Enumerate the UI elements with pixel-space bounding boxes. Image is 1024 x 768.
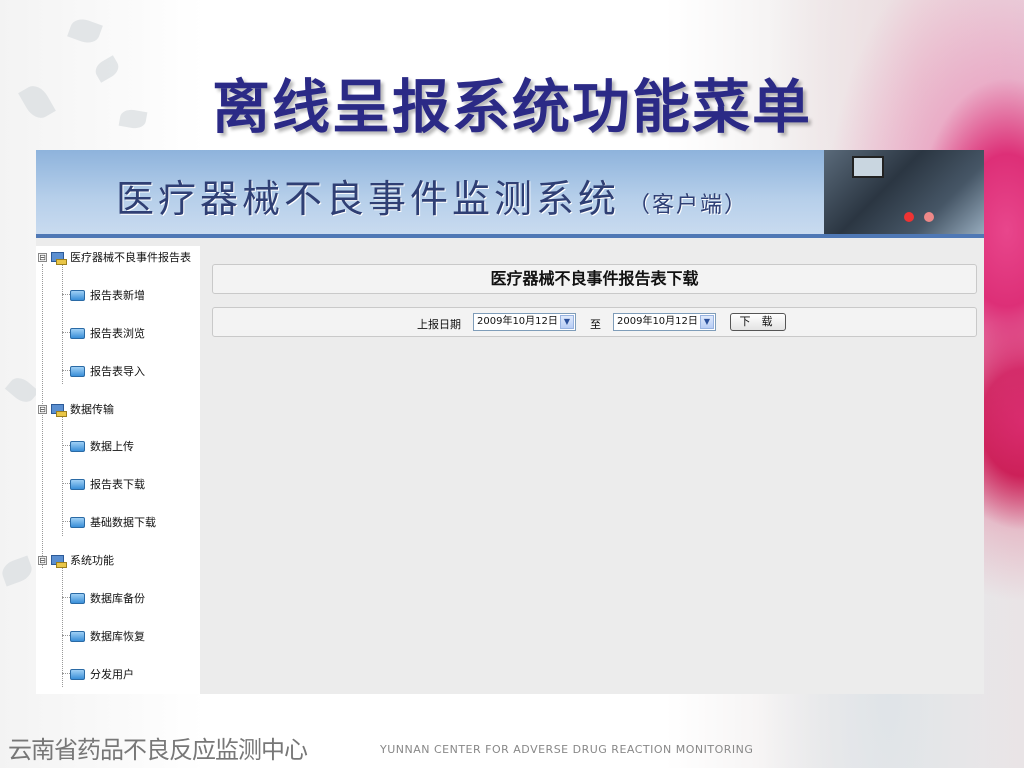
- tree-item-db-backup[interactable]: 数据库备份: [70, 589, 145, 607]
- tree-group-label: 医疗器械不良事件报告表: [70, 251, 191, 264]
- folder-icon: [70, 365, 85, 377]
- computer-icon: [50, 554, 67, 568]
- tree-item-label: 报告表新增: [90, 289, 145, 302]
- footer-org-en: YUNNAN CENTER FOR ADVERSE DRUG REACTION …: [380, 743, 754, 756]
- tree-group-system[interactable]: ⊟ 系统功能: [38, 551, 114, 569]
- collapse-toggle-icon[interactable]: ⊟: [38, 404, 47, 414]
- nav-tree: ⊟ 医疗器械不良事件报告表 报告表新增 报告表浏览 报告表导入 ⊟ 数据传输 数: [36, 246, 200, 694]
- folder-icon: [70, 478, 85, 490]
- monitor-image: [852, 156, 884, 178]
- tree-item-data-upload[interactable]: 数据上传: [70, 437, 134, 455]
- tree-item-label: 报告表导入: [90, 365, 145, 378]
- folder-icon: [70, 516, 85, 528]
- tree-item-label: 报告表浏览: [90, 327, 145, 340]
- app-title: 医疗器械不良事件监测系统 （客户端）: [116, 168, 748, 223]
- folder-icon: [70, 592, 85, 604]
- date-label: 上报日期: [417, 318, 461, 331]
- tree-group-label: 数据传输: [70, 403, 114, 416]
- tree-item-report-import[interactable]: 报告表导入: [70, 362, 145, 380]
- tree-item-report-browse[interactable]: 报告表浏览: [70, 324, 145, 342]
- chevron-down-icon[interactable]: ▼: [700, 315, 714, 329]
- collapse-toggle-icon[interactable]: ⊟: [38, 555, 47, 565]
- panel-title: 医疗器械不良事件报告表下载: [490, 269, 699, 288]
- app-title-text: 医疗器械不良事件监测系统: [116, 177, 621, 221]
- slide-title: 离线呈报系统功能菜单: [211, 73, 812, 141]
- tree-item-label: 基础数据下载: [90, 516, 156, 529]
- tree-item-report-download[interactable]: 报告表下载: [70, 475, 145, 493]
- to-label: 至: [590, 318, 601, 331]
- tree-item-label: 数据库备份: [90, 592, 145, 605]
- tree-item-label: 报告表下载: [90, 478, 145, 491]
- panel-header: 医疗器械不良事件报告表下载: [212, 264, 977, 294]
- folder-icon: [70, 440, 85, 452]
- download-form: 上报日期 2009年10月12日 ▼ 至 2009年10月12日 ▼ 下 载: [212, 307, 977, 337]
- tree-item-basedata-download[interactable]: 基础数据下载: [70, 513, 156, 531]
- date-from-select[interactable]: 2009年10月12日 ▼: [473, 313, 576, 331]
- computer-icon: [50, 251, 67, 265]
- chevron-down-icon[interactable]: ▼: [560, 315, 574, 329]
- tree-group-data-transfer[interactable]: ⊟ 数据传输: [38, 400, 114, 418]
- app-window: 医疗器械不良事件监测系统 （客户端） ⊟ 医疗器械不良事件报告表 报告表新增 报…: [36, 150, 984, 694]
- tree-item-label: 数据库恢复: [90, 630, 145, 643]
- app-title-subtitle: （客户端）: [628, 193, 749, 218]
- download-button[interactable]: 下 载: [730, 313, 786, 331]
- date-to-value: 2009年10月12日: [617, 316, 698, 327]
- app-banner: 医疗器械不良事件监测系统 （客户端）: [36, 150, 984, 238]
- tree-group-report[interactable]: ⊟ 医疗器械不良事件报告表: [38, 248, 191, 266]
- folder-icon: [70, 630, 85, 642]
- tree-group-label: 系统功能: [70, 554, 114, 567]
- computer-icon: [50, 403, 67, 417]
- tree-item-db-restore[interactable]: 数据库恢复: [70, 627, 145, 645]
- collapse-toggle-icon[interactable]: ⊟: [38, 252, 47, 262]
- tree-item-report-add[interactable]: 报告表新增: [70, 286, 145, 304]
- date-from-value: 2009年10月12日: [477, 316, 558, 327]
- tree-item-distribute-user[interactable]: 分发用户: [70, 665, 134, 683]
- tree-item-label: 分发用户: [90, 668, 134, 681]
- folder-icon: [70, 668, 85, 680]
- tree-item-label: 数据上传: [90, 440, 134, 453]
- folder-icon: [70, 289, 85, 301]
- footer-org-cn: 云南省药品不良反应监测中心: [8, 736, 308, 764]
- banner-divider: [36, 234, 984, 238]
- folder-icon: [70, 327, 85, 339]
- banner-photo: [824, 150, 984, 238]
- date-to-select[interactable]: 2009年10月12日 ▼: [613, 313, 716, 331]
